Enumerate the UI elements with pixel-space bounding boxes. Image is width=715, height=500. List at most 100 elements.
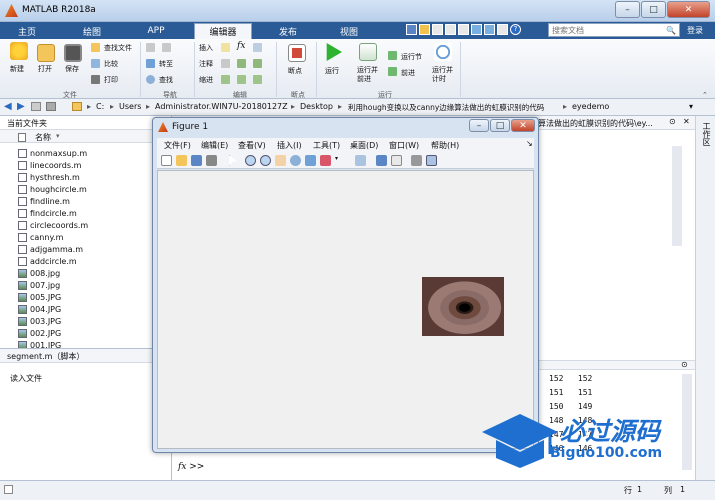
up-folder-icon[interactable] [31, 102, 41, 111]
paste-icon[interactable] [458, 24, 469, 35]
editor-scrollbar[interactable] [672, 146, 682, 246]
figure-close-button[interactable]: ✕ [511, 119, 535, 132]
insert-menu-icon[interactable] [253, 43, 262, 52]
run-section-icon[interactable] [388, 51, 397, 60]
column-name[interactable]: 名称 [35, 132, 51, 143]
breadcrumb-item[interactable]: C: [96, 102, 104, 111]
breadcrumb-item[interactable]: Administrator.WIN7U-20180127Z [155, 102, 288, 111]
column-header[interactable]: 名称 ▾ [0, 129, 171, 143]
chevron-down-icon[interactable]: ▾ [689, 102, 693, 111]
list-item[interactable]: linecoords.m [18, 161, 81, 170]
wrap-comment-icon[interactable] [237, 59, 246, 68]
copy-icon[interactable] [445, 24, 456, 35]
save-figure-icon[interactable] [191, 155, 202, 166]
undo-icon[interactable] [471, 24, 482, 35]
menu-insert[interactable]: 插入(I) [277, 140, 302, 151]
advance-icon[interactable] [388, 67, 397, 76]
print-button[interactable]: 打印 [104, 75, 118, 85]
tab-home[interactable]: 主页 [6, 23, 48, 39]
brush-dropdown-icon[interactable]: ▾ [335, 155, 341, 166]
search-input[interactable] [552, 25, 662, 35]
new-icon[interactable] [10, 42, 28, 60]
cut-icon[interactable] [432, 24, 443, 35]
minimize-button[interactable]: – [615, 1, 640, 18]
comment-icon[interactable] [221, 59, 230, 68]
compare-button[interactable]: 比较 [104, 59, 118, 69]
breadcrumb-item[interactable]: eyedemo [572, 102, 609, 111]
search-icon[interactable]: 🔍 [666, 26, 676, 35]
menu-window[interactable]: 窗口(W) [389, 140, 419, 151]
close-icon[interactable]: ✕ [683, 117, 690, 126]
zoom-in-icon[interactable] [245, 155, 256, 166]
brush-icon[interactable] [320, 155, 331, 166]
menu-edit[interactable]: 编辑(E) [201, 140, 228, 151]
tab-apps[interactable]: APP [128, 23, 184, 39]
list-item[interactable]: 008.jpg [18, 269, 60, 278]
breakpoints-icon[interactable] [288, 44, 306, 62]
insert-section-icon[interactable] [221, 43, 230, 52]
open-file-icon[interactable] [176, 155, 187, 166]
editor-tab[interactable]: 算法做出的虹膜识别的代码\ey... [538, 118, 653, 129]
breadcrumb-item[interactable]: Users [119, 102, 141, 111]
list-item[interactable]: adjgamma.m [18, 245, 83, 254]
uncomment-icon[interactable] [253, 59, 262, 68]
goto-button[interactable]: 转至 [159, 59, 173, 69]
hide-plot-tools-icon[interactable] [411, 155, 422, 166]
list-item[interactable]: 004.JPG [18, 305, 61, 314]
advance-button[interactable]: 前进 [401, 68, 415, 78]
list-item[interactable]: 003.JPG [18, 317, 61, 326]
breakpoints-button[interactable]: 断点 [288, 66, 302, 76]
list-item[interactable]: houghcircle.m [18, 185, 87, 194]
chevron-down-icon[interactable]: ⊙ [669, 117, 676, 126]
menu-tools[interactable]: 工具(T) [313, 140, 340, 151]
browse-folder-icon[interactable] [46, 102, 56, 111]
run-section-button[interactable]: 运行节 [401, 52, 422, 62]
list-item[interactable]: addcircle.m [18, 257, 77, 266]
pan-icon[interactable] [275, 155, 286, 166]
breadcrumb-item[interactable]: Desktop [300, 102, 333, 111]
run-advance-icon[interactable] [359, 43, 377, 61]
insert-button[interactable]: 插入 [199, 43, 213, 53]
details-header[interactable]: segment.m（脚本） [0, 349, 171, 363]
decrease-indent-icon[interactable] [253, 75, 262, 84]
collapse-ribbon-icon[interactable]: ⌃ [702, 91, 708, 99]
legend-icon[interactable] [391, 155, 402, 166]
save-icon[interactable] [406, 24, 417, 35]
redo-icon[interactable] [484, 24, 495, 35]
colorbar-icon[interactable] [376, 155, 387, 166]
list-item[interactable]: nonmaxsup.m [18, 149, 87, 158]
menu-help[interactable]: 帮助(H) [431, 140, 459, 151]
tab-publish[interactable]: 发布 [262, 23, 314, 39]
close-button[interactable]: ✕ [667, 1, 710, 18]
new-button[interactable]: 新建 [10, 64, 24, 74]
comment-button[interactable]: 注释 [199, 59, 213, 69]
list-item[interactable]: 005.JPG [18, 293, 61, 302]
menu-desktop[interactable]: 桌面(D) [350, 140, 378, 151]
tab-plots[interactable]: 绘图 [66, 23, 118, 39]
figure-minimize-button[interactable]: – [469, 119, 489, 132]
rotate-icon[interactable] [290, 155, 301, 166]
list-item[interactable]: 007.jpg [18, 281, 60, 290]
run-time-icon[interactable] [434, 43, 452, 61]
help-icon[interactable]: ? [510, 24, 521, 35]
list-item[interactable]: 002.JPG [18, 329, 61, 338]
list-item[interactable]: canny.m [18, 233, 63, 242]
tab-editor[interactable]: 编辑器 [194, 23, 252, 39]
save-button[interactable]: 保存 [65, 64, 79, 74]
command-prompt[interactable]: fx >> [178, 462, 204, 472]
zoom-out-icon[interactable] [260, 155, 271, 166]
forward-arrow-icon[interactable]: ▶ [17, 101, 25, 112]
increase-indent-icon[interactable] [237, 75, 246, 84]
figure-canvas[interactable] [157, 170, 534, 449]
search-box[interactable]: 🔍 [548, 23, 680, 37]
indent-button[interactable]: 缩进 [199, 75, 213, 85]
switch-windows-icon[interactable] [497, 24, 508, 35]
print-figure-icon[interactable] [206, 155, 217, 166]
data-cursor-icon[interactable] [305, 155, 316, 166]
workspace-label[interactable]: 工作区 [701, 122, 712, 146]
find-button[interactable]: 查找 [159, 75, 173, 85]
run-time-button[interactable]: 运行并 计时 [432, 66, 453, 84]
run-icon[interactable] [326, 43, 342, 61]
open-icon[interactable] [37, 44, 55, 62]
run-advance-button[interactable]: 运行并 前进 [357, 66, 378, 84]
